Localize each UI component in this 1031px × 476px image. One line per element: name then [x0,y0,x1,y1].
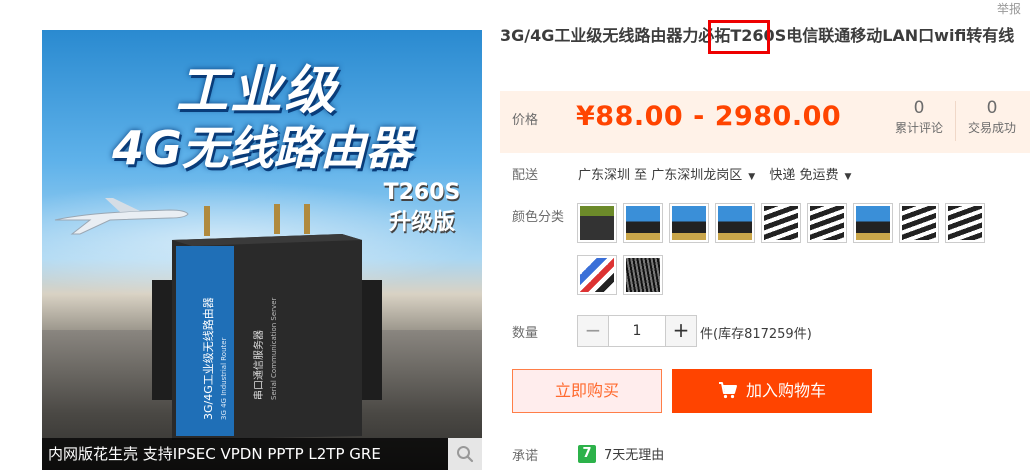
color-swatch[interactable] [899,203,939,243]
sales-count: 0 [986,98,998,118]
color-swatch[interactable] [807,203,847,243]
shipping-label: 配送 [512,168,539,183]
reviews-label: 累计评论 [894,121,943,135]
ship-from: 广东深圳 至 [578,168,648,183]
price-label: 价格 [512,113,539,128]
quantity-input[interactable]: 1 [609,315,665,347]
color-swatch[interactable] [715,203,755,243]
main-product-image[interactable]: 工业级 4G无线路由器 T260S 升级版 3G/4G工业级无线路由器 3G 4… [42,30,482,470]
reviews-stat[interactable]: 0 累计评论 [883,97,955,137]
color-swatch[interactable] [945,203,985,243]
color-swatch[interactable] [623,203,663,243]
image-title-line2: 4G无线路由器 [112,121,412,175]
ship-method: 快递 免运费 [769,168,839,183]
zoom-button[interactable] [448,438,482,470]
sales-label: 交易成功 [967,121,1016,135]
promise-info[interactable]: 7 7天无理由 [578,444,664,463]
color-swatch[interactable] [577,255,617,295]
color-swatch[interactable] [577,203,617,243]
quantity-stepper: − 1 + [577,315,697,347]
router-device-image: 3G/4G工业级无线路由器 3G 4G Industrial Router 串口… [152,204,382,440]
add-to-cart-button[interactable]: 加入购物车 [672,369,872,413]
price-box: 价格 ¥88.00 - 2980.00 0 累计评论 0 交易成功 [500,91,1030,153]
color-swatch[interactable] [853,203,893,243]
ship-to-selector[interactable]: 广东深圳龙岗区 ▼ [651,168,765,183]
color-swatch[interactable] [669,203,709,243]
report-link[interactable]: 举报 [997,0,1021,17]
device-text2-en: Serial Communication Server [270,297,278,400]
seven-day-return-icon: 7 [578,444,596,463]
quantity-decrease-button[interactable]: − [577,315,609,347]
stock-info: 件(库存817259件) [700,327,812,342]
color-swatch[interactable] [761,203,801,243]
product-info-panel: 3G/4G工业级无线路由器力必拓T260S电信联通移动LAN口wifi转有线 价… [500,20,1030,464]
shopping-cart-icon [718,382,737,399]
caret-down-icon: ▼ [748,172,756,182]
add-to-cart-label: 加入购物车 [745,381,826,400]
reviews-count: 0 [913,98,925,118]
image-caption-bar: 内网版花生壳 支持IPSEC VPDN PPTP L2TP GRE [42,438,482,470]
quantity-label: 数量 [512,326,539,341]
color-label: 颜色分类 [512,210,565,225]
shipping-info: 广东深圳 至 广东深圳龙岗区 ▼ 快递 免运费 ▼ [578,164,861,183]
device-text-en: 3G 4G Industrial Router [220,337,228,420]
sales-stat: 0 交易成功 [956,97,1028,137]
buy-now-button[interactable]: 立即购买 [512,369,662,413]
promise-label: 承诺 [512,449,539,464]
device-text-cn: 3G/4G工业级无线路由器 [201,297,215,420]
price-value: ¥88.00 - 2980.00 [576,101,842,132]
quantity-increase-button[interactable]: + [665,315,697,347]
promise-text: 7天无理由 [604,448,665,463]
ship-to: 广东深圳龙岗区 [651,168,743,183]
device-text2-cn: 串口通信服务器 [252,330,265,400]
search-icon [457,446,474,463]
color-swatch[interactable] [623,255,663,295]
annotation-highlight-box [708,20,770,54]
ship-method-selector[interactable]: 快递 免运费 ▼ [769,168,861,183]
caret-down-icon: ▼ [844,172,852,182]
